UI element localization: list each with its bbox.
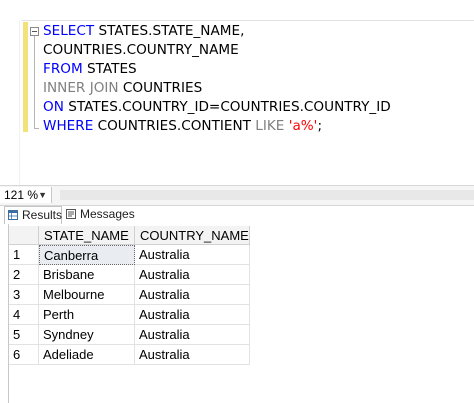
code-token: COUNTRIES.COUNTRY_NAME — [43, 42, 239, 58]
row-number[interactable]: 6 — [9, 345, 39, 365]
table-row[interactable]: 4 Perth Australia — [9, 305, 250, 325]
row-number[interactable]: 1 — [9, 245, 39, 265]
sql-code[interactable]: SELECT STATES.STATE_NAME, COUNTRIES.COUNT… — [43, 22, 391, 136]
code-token: INNER JOIN — [43, 80, 119, 96]
fold-guide-end — [34, 128, 39, 129]
row-number[interactable]: 5 — [9, 325, 39, 345]
results-tabs: Results Messages — [0, 206, 474, 225]
code-line[interactable]: COUNTRIES.COUNTRY_NAME — [43, 41, 391, 60]
tab-results[interactable]: Results — [4, 206, 62, 224]
collapse-icon[interactable] — [30, 27, 39, 36]
column-header-state-name[interactable]: STATE_NAME — [39, 226, 135, 245]
code-token: 'a%' — [288, 118, 318, 134]
zoom-value: 121 % — [4, 188, 39, 202]
row-number-header[interactable] — [9, 226, 39, 245]
code-line[interactable]: SELECT STATES.STATE_NAME, — [43, 22, 391, 41]
code-token: STATES.STATE_NAME, — [94, 23, 245, 39]
row-number[interactable]: 3 — [9, 285, 39, 305]
messages-icon — [66, 209, 76, 219]
code-line[interactable]: ON STATES.COUNTRY_ID=COUNTRIES.COUNTRY_I… — [43, 98, 391, 117]
column-header-country-name[interactable]: COUNTRY_NAME — [135, 226, 250, 245]
code-token: ; — [317, 118, 323, 134]
cell-state-name[interactable]: Adeliade — [39, 345, 135, 365]
cell-state-name[interactable]: Perth — [39, 305, 135, 325]
chevron-down-icon[interactable]: ▼ — [38, 187, 47, 203]
tab-messages[interactable]: Messages — [63, 206, 135, 223]
cell-country-name[interactable]: Australia — [135, 265, 250, 285]
row-number[interactable]: 2 — [9, 265, 39, 285]
code-token: LIKE — [255, 118, 285, 134]
code-token: COUNTRIES.CONTIENT — [93, 118, 256, 134]
cell-state-name[interactable]: Canberra — [39, 245, 135, 265]
table-row[interactable]: 2 Brisbane Australia — [9, 265, 250, 285]
results-grid[interactable]: STATE_NAME COUNTRY_NAME 1 Canberra Austr… — [0, 224, 474, 403]
code-token: WHERE — [43, 118, 94, 134]
cell-country-name[interactable]: Australia — [135, 245, 250, 265]
code-line[interactable]: FROM STATES — [43, 60, 391, 79]
cell-country-name[interactable]: Australia — [135, 325, 250, 345]
editor-margin-line — [19, 20, 20, 185]
cell-country-name[interactable]: Australia — [135, 345, 250, 365]
cell-country-name[interactable]: Australia — [135, 285, 250, 305]
table-row[interactable]: 3 Melbourne Australia — [9, 285, 250, 305]
query-editor[interactable]: SELECT STATES.STATE_NAME, COUNTRIES.COUNT… — [0, 0, 474, 185]
code-token: STATES — [82, 61, 137, 77]
cell-state-name[interactable]: Syndney — [39, 325, 135, 345]
table-row[interactable]: 5 Syndney Australia — [9, 325, 250, 345]
horizontal-scrollbar[interactable] — [60, 190, 474, 200]
cell-country-name[interactable]: Australia — [135, 305, 250, 325]
table-row[interactable]: 1 Canberra Australia — [9, 245, 250, 265]
table-row[interactable]: 6 Adeliade Australia — [9, 345, 250, 365]
cell-state-name[interactable]: Brisbane — [39, 265, 135, 285]
cell-state-name[interactable]: Melbourne — [39, 285, 135, 305]
code-token: COUNTRIES — [118, 80, 203, 96]
code-token: ON — [43, 99, 64, 115]
code-line[interactable]: INNER JOIN COUNTRIES — [43, 79, 391, 98]
code-line[interactable]: WHERE COUNTRIES.CONTIENT LIKE 'a%'; — [43, 117, 391, 136]
tab-results-label: Results — [22, 208, 63, 222]
code-token: STATES.COUNTRY_ID=COUNTRIES.COUNTRY_ID — [63, 99, 391, 115]
code-token: FROM — [43, 61, 83, 77]
fold-guide-line — [34, 36, 35, 128]
tab-messages-label: Messages — [80, 207, 135, 221]
zoom-bar: 121 % ▼ — [0, 185, 474, 206]
code-token: SELECT — [43, 23, 95, 39]
row-number[interactable]: 4 — [9, 305, 39, 325]
grid-icon — [8, 210, 18, 220]
zoom-dropdown[interactable]: 121 % ▼ — [0, 187, 52, 203]
change-tracking-bar — [23, 22, 28, 132]
editor-top-bar — [22, 0, 474, 21]
